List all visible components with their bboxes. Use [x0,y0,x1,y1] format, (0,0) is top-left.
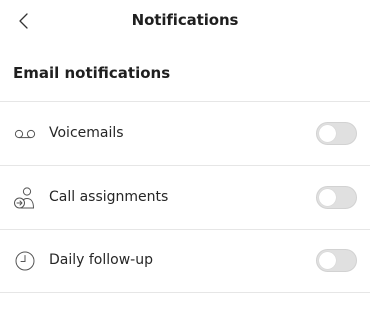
clock-icon [13,249,37,273]
voicemail-icon [13,122,37,146]
header: Notifications [0,0,370,42]
list-item-voicemails: Voicemails [0,102,370,166]
call-assignments-label: Call assignments [49,189,169,205]
list-item-call-assignments: Call assignments [0,166,370,230]
list-item-daily-follow-up: Daily follow-up [0,230,370,294]
section-title: Email notifications [13,64,171,82]
page-title: Notifications [131,11,239,29]
call-assignments-toggle[interactable] [316,186,357,209]
toggle-knob [319,189,336,206]
voicemails-label: Voicemails [49,125,124,141]
toggle-knob [319,125,336,142]
voicemails-toggle[interactable] [316,122,357,145]
daily-follow-up-label: Daily follow-up [49,252,153,268]
divider [0,292,370,293]
assign-person-icon [13,186,37,210]
toggle-knob [319,252,336,269]
daily-follow-up-toggle[interactable] [316,249,357,272]
